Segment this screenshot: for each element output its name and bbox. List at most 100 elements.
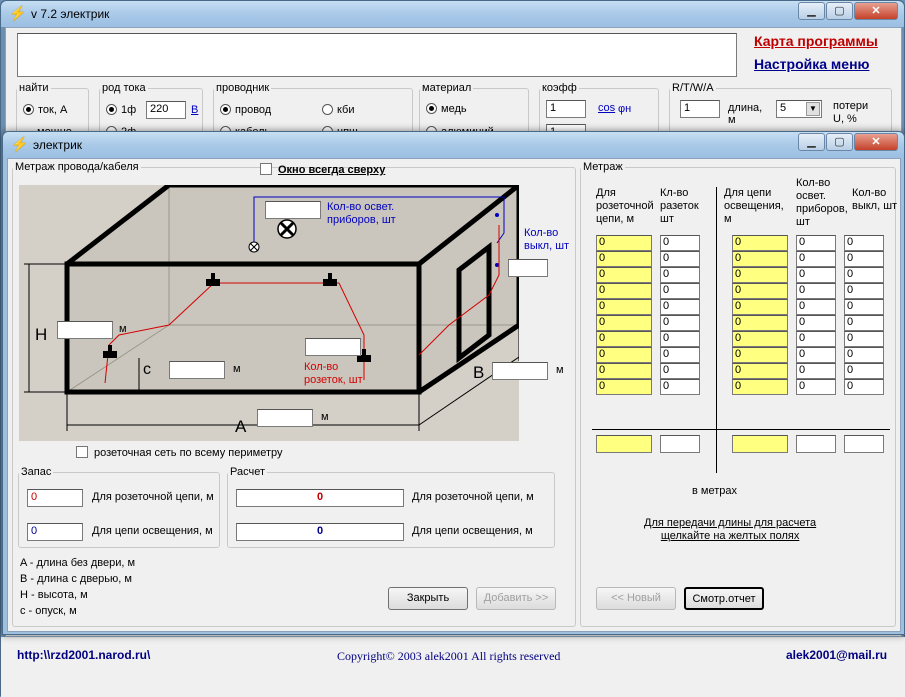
switch-count-cell[interactable]: 0: [844, 251, 884, 267]
light-len-cell[interactable]: 0: [732, 299, 788, 315]
dialog-titlebar[interactable]: ⚡ электрик ▁ ▢ ✕: [3, 132, 904, 158]
dialog-maximize-button[interactable]: ▢: [826, 133, 853, 151]
socket-len-cell[interactable]: 0: [596, 267, 652, 283]
light-count-cell[interactable]: 0: [796, 347, 836, 363]
socket-len-cell[interactable]: 0: [596, 251, 652, 267]
note-a: A - длина без двери, м: [20, 557, 136, 569]
add-button[interactable]: Добавить >>: [476, 587, 556, 610]
light-len-cell[interactable]: 0: [732, 235, 788, 251]
main-text-field[interactable]: [17, 33, 737, 77]
always-on-top-checkbox[interactable]: Окно всегда сверху: [260, 163, 385, 176]
socket-len-cell[interactable]: 0: [596, 347, 652, 363]
socket-count-cell[interactable]: 0: [660, 235, 700, 251]
light-count-cell[interactable]: 0: [796, 299, 836, 315]
footer-email[interactable]: alek2001@mail.ru: [786, 648, 887, 662]
switches-label-text: Кол-во выкл, шт: [524, 227, 570, 252]
socket-len-cell[interactable]: 0: [596, 235, 652, 251]
wire-radio[interactable]: провод: [220, 104, 271, 116]
total-socket-len[interactable]: [596, 435, 652, 453]
voltage-input[interactable]: 220: [146, 101, 186, 119]
find-current-radio[interactable]: ток, А: [23, 104, 67, 116]
socket-len-cell[interactable]: 0: [596, 379, 652, 395]
menu-settings-link[interactable]: Настройка меню: [754, 56, 870, 72]
height-input[interactable]: [57, 321, 113, 339]
dialog-close-button[interactable]: ✕: [854, 133, 898, 151]
light-len-cell[interactable]: 0: [732, 251, 788, 267]
light-len-cell[interactable]: 0: [732, 267, 788, 283]
close-dialog-button[interactable]: Закрыть: [388, 587, 468, 610]
light-count-cell[interactable]: 0: [796, 267, 836, 283]
new-button[interactable]: << Новый: [596, 587, 676, 610]
copper-radio[interactable]: медь: [426, 103, 467, 115]
switch-count-cell[interactable]: 0: [844, 283, 884, 299]
light-len-cell[interactable]: 0: [732, 379, 788, 395]
switch-count-cell[interactable]: 0: [844, 363, 884, 379]
light-len-cell[interactable]: 0: [732, 283, 788, 299]
kbi-radio[interactable]: кби: [322, 104, 355, 116]
socket-count-cell[interactable]: 0: [660, 283, 700, 299]
minimize-button[interactable]: ▁: [798, 2, 825, 20]
socket-len-cell[interactable]: 0: [596, 315, 652, 331]
one-phase-radio[interactable]: 1ф: [106, 104, 136, 116]
header-socket-len: Для розеточной цепи, м: [596, 187, 654, 225]
switch-icon: [495, 213, 499, 217]
footer-url[interactable]: http:\\rzd2001.narod.ru\: [17, 648, 150, 662]
total-light-len[interactable]: [732, 435, 788, 453]
main-titlebar[interactable]: ⚡ v 7.2 электрик ▁ ▢ ✕: [1, 1, 904, 27]
switch-count-cell[interactable]: 0: [844, 347, 884, 363]
light-count-cell[interactable]: 0: [796, 331, 836, 347]
switch-count-cell[interactable]: 0: [844, 315, 884, 331]
reserve-light-input[interactable]: 0: [27, 523, 83, 541]
socket-count-cell[interactable]: 0: [660, 331, 700, 347]
switch-count-cell[interactable]: 0: [844, 331, 884, 347]
socket-len-cell[interactable]: 0: [596, 283, 652, 299]
length-a-input[interactable]: [257, 409, 313, 427]
socket-count-cell[interactable]: 0: [660, 363, 700, 379]
reserve-socket-input[interactable]: 0: [27, 489, 83, 507]
a-label: A: [235, 417, 247, 436]
socket-count-cell[interactable]: 0: [660, 299, 700, 315]
light-len-cell[interactable]: 0: [732, 315, 788, 331]
light-devices-input[interactable]: [265, 201, 321, 219]
switch-count-cell[interactable]: 0: [844, 267, 884, 283]
sockets-input[interactable]: [305, 338, 361, 356]
total-switch-count: [844, 435, 884, 453]
voltage-unit-link[interactable]: В: [191, 104, 198, 116]
maximize-button[interactable]: ▢: [826, 2, 853, 20]
close-button[interactable]: ✕: [854, 2, 898, 20]
socket-count-cell[interactable]: 0: [660, 251, 700, 267]
switches-input[interactable]: [508, 259, 548, 277]
socket-count-cell[interactable]: 0: [660, 347, 700, 363]
light-count-cell[interactable]: 0: [796, 235, 836, 251]
program-map-link[interactable]: Карта программы: [754, 33, 878, 49]
socket-count-cell[interactable]: 0: [660, 267, 700, 283]
light-len-cell[interactable]: 0: [732, 331, 788, 347]
socket-len-cell[interactable]: 0: [596, 331, 652, 347]
cos-link[interactable]: cos: [598, 102, 615, 114]
light-count-cell[interactable]: 0: [796, 315, 836, 331]
socket-len-cell[interactable]: 0: [596, 363, 652, 379]
switch-count-cell[interactable]: 0: [844, 299, 884, 315]
light-count-cell[interactable]: 0: [796, 363, 836, 379]
light-count-cell[interactable]: 0: [796, 251, 836, 267]
length-input[interactable]: 1: [680, 100, 720, 118]
switch-count-cell[interactable]: 0: [844, 379, 884, 395]
light-len-cell[interactable]: 0: [732, 363, 788, 379]
view-report-button[interactable]: Смотр.отчет: [684, 587, 764, 610]
coef-input-1[interactable]: 1: [546, 100, 586, 118]
socket-count-cell[interactable]: 0: [660, 379, 700, 395]
dialog-minimize-button[interactable]: ▁: [798, 133, 825, 151]
switch-count-cell[interactable]: 0: [844, 235, 884, 251]
light-count-cell[interactable]: 0: [796, 283, 836, 299]
light-count-cell[interactable]: 0: [796, 379, 836, 395]
length-b-input[interactable]: [492, 362, 548, 380]
light-len-cell[interactable]: 0: [732, 347, 788, 363]
socket-count-cell[interactable]: 0: [660, 315, 700, 331]
chevron-down-icon[interactable]: ▼: [806, 102, 820, 116]
drop-input[interactable]: [169, 361, 225, 379]
calc-light-label: Для цепи освещения, м: [412, 525, 533, 537]
calc-socket-output: 0: [236, 489, 404, 507]
socket-len-cell[interactable]: 0: [596, 299, 652, 315]
perimeter-checkbox[interactable]: розеточная сеть по всему периметру: [76, 446, 282, 459]
loss-select[interactable]: 5 ▼: [776, 100, 822, 118]
